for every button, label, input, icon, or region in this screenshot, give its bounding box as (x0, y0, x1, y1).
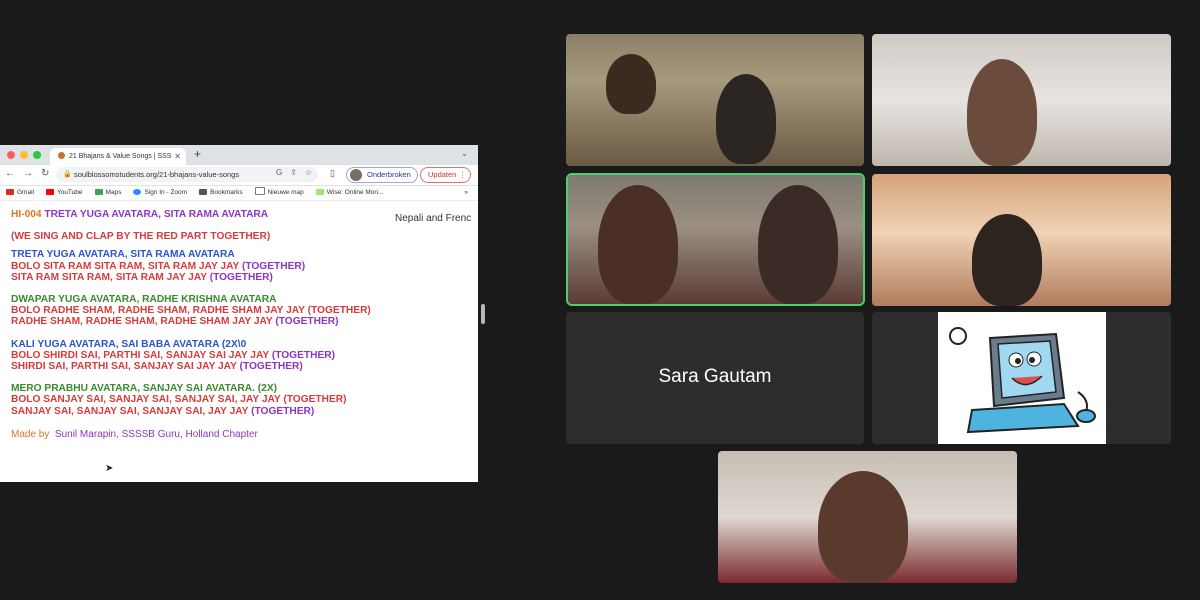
participant-video-feed (758, 185, 838, 304)
lock-icon: 🔒 (63, 171, 72, 178)
lyric-line: BOLO RADHE SHAM, RADHE SHAM, RADHE SHAM … (11, 305, 371, 317)
window-controls[interactable] (7, 151, 41, 159)
profile-sync-button[interactable]: Onderbroken (346, 167, 418, 183)
lyric-line: RADHE SHAM, RADHE SHAM, RADHE SHAM JAY J… (11, 316, 339, 328)
lyric-line: DWAPAR YUGA AVATARA, RADHE KRISHNA AVATA… (11, 294, 277, 306)
wise-icon (315, 189, 324, 195)
participant-video-tile[interactable] (566, 34, 864, 166)
zoom-icon (133, 189, 142, 195)
participant-video-feed (598, 185, 678, 304)
more-bookmarks-icon[interactable]: » (464, 186, 468, 200)
shared-screen-browser: 21 Bhajans & Value Songs | SSS ✕ + ⌄ ← →… (0, 145, 478, 482)
folder-icon (254, 187, 265, 195)
update-button[interactable]: Updaten ⋮ (420, 167, 472, 183)
bookmark-wise[interactable]: Wise: Online Mon... (315, 186, 383, 200)
maximize-window-button[interactable] (33, 151, 41, 159)
bookmark-youtube[interactable]: YouTube (45, 186, 83, 200)
participant-video-feed (716, 74, 776, 164)
share-icon[interactable]: ⇪ (290, 168, 297, 177)
bookmark-maps[interactable]: Maps (94, 186, 121, 200)
split-view-drag-handle[interactable] (481, 304, 485, 324)
maps-icon (94, 189, 103, 195)
lyric-line: BOLO SANJAY SAI, SANJAY SAI, SANJAY SAI,… (11, 394, 347, 406)
participant-video-feed (972, 214, 1042, 306)
bookmark-star-icon[interactable]: ☆ (305, 168, 312, 177)
participant-video-tile-active-speaker[interactable] (566, 173, 865, 306)
made-by-value: Sunil Marapin, SSSSB Guru, Holland Chapt… (54, 428, 258, 440)
back-arrow-icon[interactable]: ← (5, 168, 15, 179)
participant-video-tile[interactable] (872, 34, 1171, 166)
profile-avatar (350, 169, 362, 181)
forward-arrow-icon[interactable]: → (23, 168, 33, 179)
browser-toolbar: ← → ↻ 🔒 soulblossomstudents.org/21-bhaja… (0, 165, 478, 186)
address-bar-icons: G ⇪ ☆ (276, 168, 312, 177)
participant-video-feed (818, 471, 908, 583)
lyric-line: SANJAY SAI, SANJAY SAI, SANJAY SAI, JAY … (11, 405, 315, 417)
star-icon (199, 189, 208, 195)
participant-video-tile[interactable] (718, 451, 1017, 583)
profile-status-label: Onderbroken (367, 170, 411, 179)
lyric-line: BOLO SITA RAM SITA RAM, SITA RAM JAY JAY… (11, 260, 306, 272)
participant-video-feed (606, 54, 656, 114)
language-note: Nepali and Frenc (395, 213, 472, 224)
cartoon-computer-icon (949, 327, 1096, 434)
tab-search-chevron-icon[interactable]: ⌄ (461, 149, 468, 158)
bookmark-nieuwe-map[interactable]: Nieuwe map (254, 186, 304, 200)
bookmarks-bar: Gmail YouTube Maps Sign In - Zoom Bookma… (0, 186, 478, 201)
participant-avatar-tile[interactable] (872, 312, 1171, 444)
gmail-icon (6, 189, 14, 195)
update-label: Updaten (428, 170, 457, 179)
reload-icon[interactable]: ↻ (41, 168, 49, 179)
youtube-icon (45, 189, 54, 195)
close-tab-icon[interactable]: ✕ (174, 148, 181, 165)
instruction-text: (WE SING AND CLAP BY THE RED PART TOGETH… (11, 231, 271, 243)
bookmark-bookmarks[interactable]: Bookmarks (199, 186, 243, 200)
google-lens-icon[interactable]: G (276, 168, 282, 177)
participant-name: Sara Gautam (658, 366, 772, 387)
made-by-label: Made by (11, 428, 50, 440)
bookmark-gmail[interactable]: Gmail (6, 186, 34, 200)
kebab-menu-icon[interactable]: ⋮ (459, 168, 467, 182)
bookmark-zoom[interactable]: Sign In - Zoom (133, 186, 187, 200)
participant-name-tile[interactable]: Sara Gautam (566, 312, 864, 444)
navigation-buttons: ← → ↻ (5, 168, 49, 179)
participant-video-feed (967, 59, 1037, 166)
lyric-line: BOLO SHIRDI SAI, PARTHI SAI, SANJAY SAI … (11, 349, 336, 361)
lyric-line: TRETA YUGA AVATARA, SITA RAMA AVATARA (11, 249, 235, 261)
web-page-content: Nepali and Frenc HI-004 TRETA YUGA AVATA… (0, 201, 478, 440)
new-tab-icon[interactable]: + (194, 147, 201, 161)
close-window-button[interactable] (7, 151, 15, 159)
made-by-credit: Made by Sunil Marapin, SSSSB Guru, Holla… (11, 429, 478, 440)
lyric-line: SITA RAM SITA RAM, SITA RAM JAY JAY (TOG… (11, 271, 273, 283)
tab-title: 21 Bhajans & Value Songs | SSS (69, 153, 172, 160)
participant-avatar (938, 312, 1106, 444)
participant-video-tile[interactable] (872, 174, 1171, 306)
url-text: soulblossomstudents.org/21-bhajans-value… (74, 170, 240, 179)
mouse-cursor-icon: ➤ (105, 463, 114, 474)
lyric-line: SHIRDI SAI, PARTHI SAI, SANJAY SAI JAY J… (11, 361, 303, 373)
site-favicon-icon (58, 152, 65, 159)
side-panel-icon[interactable]: ▯ (330, 168, 335, 179)
lyric-line: KALI YUGA AVATARA, SAI BABA AVATARA (2X\… (11, 338, 247, 350)
browser-tab-bar: 21 Bhajans & Value Songs | SSS ✕ + ⌄ (0, 145, 478, 165)
song-title: TRETA YUGA AVATARA, SITA RAMA AVATARA (44, 209, 269, 220)
lyric-line: MERO PRABHU AVATARA, SANJAY SAI AVATARA.… (11, 383, 278, 395)
minimize-window-button[interactable] (20, 151, 28, 159)
song-code: HI-004 (11, 209, 42, 220)
browser-tab[interactable]: 21 Bhajans & Value Songs | SSS ✕ (50, 148, 186, 165)
